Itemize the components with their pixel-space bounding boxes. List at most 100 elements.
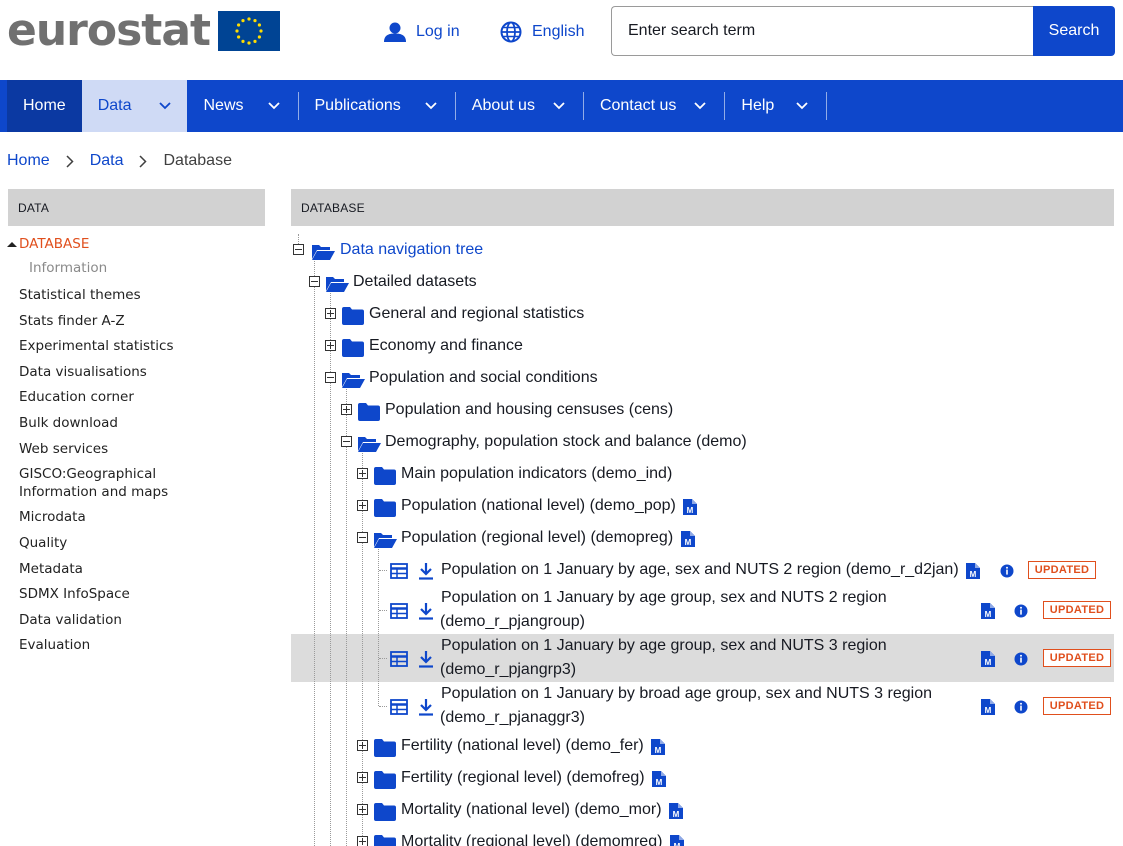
login-link[interactable]: Log in — [384, 20, 460, 44]
table-view-icon[interactable] — [390, 563, 408, 579]
tree-item-population-social[interactable]: Population and social conditions — [369, 368, 598, 388]
sidebar-item-experimental-statistics[interactable]: Experimental statistics — [19, 337, 174, 355]
expand-toggle[interactable] — [325, 308, 336, 319]
tree-item-general-regional[interactable]: General and regional statistics — [369, 304, 584, 324]
expand-toggle[interactable] — [325, 340, 336, 351]
expand-toggle[interactable] — [357, 500, 368, 511]
sidebar-item-data-validation[interactable]: Data validation — [19, 611, 122, 629]
metadata-icon[interactable]: M — [981, 603, 995, 619]
expand-toggle[interactable] — [357, 740, 368, 751]
sidebar-item-sdmx-infospace[interactable]: SDMX InfoSpace — [19, 585, 130, 603]
info-icon[interactable] — [1000, 564, 1014, 578]
info-icon[interactable] — [1014, 604, 1028, 618]
sidebar-item-evaluation[interactable]: Evaluation — [19, 636, 90, 654]
expand-toggle[interactable] — [357, 468, 368, 479]
metadata-icon[interactable]: M — [670, 835, 684, 846]
language-selector[interactable]: English — [500, 20, 584, 44]
breadcrumb-database: Database — [163, 152, 232, 169]
table-view-icon[interactable] — [390, 699, 408, 715]
info-icon[interactable] — [1014, 652, 1028, 666]
sidebar-item-statistical-themes[interactable]: Statistical themes — [19, 286, 141, 304]
tree-root-label[interactable]: Data navigation tree — [340, 240, 483, 260]
tree-item-demography[interactable]: Demography, population stock and balance… — [385, 432, 747, 452]
metadata-icon[interactable]: M — [981, 651, 995, 667]
expand-toggle[interactable] — [357, 804, 368, 815]
dataset-label[interactable]: Population on 1 January by age, sex and … — [441, 558, 959, 582]
tree-item-population-national[interactable]: Population (national level) (demo_pop) — [401, 496, 676, 516]
sidebar-item-stats-finder[interactable]: Stats finder A-Z — [19, 312, 125, 330]
metadata-icon[interactable]: M — [669, 803, 683, 819]
tree-item-mortality-regional[interactable]: Mortality (regional level) (demomreg) — [401, 832, 662, 846]
tree-detailed-datasets[interactable]: Detailed datasets — [353, 272, 477, 292]
globe-icon — [500, 21, 522, 43]
sidebar-item-gisco[interactable]: GISCO:Geographical Information and maps — [19, 465, 234, 501]
sidebar-item-quality[interactable]: Quality — [19, 534, 67, 552]
tree-item-main-indicators[interactable]: Main population indicators (demo_ind) — [401, 464, 672, 484]
download-icon[interactable] — [418, 562, 434, 580]
chevron-down-icon[interactable] — [425, 80, 455, 132]
metadata-icon[interactable]: M — [683, 499, 697, 515]
search-input[interactable] — [611, 6, 1035, 56]
chevron-down-icon[interactable] — [694, 80, 724, 132]
nav-news[interactable]: News — [187, 80, 297, 132]
collapse-toggle[interactable] — [341, 436, 352, 447]
svg-text:M: M — [985, 658, 992, 667]
sidebar-item-database[interactable]: DATABASE — [7, 234, 89, 254]
expand-toggle[interactable] — [357, 836, 368, 846]
sidebar-item-web-services[interactable]: Web services — [19, 440, 108, 458]
collapse-toggle[interactable] — [357, 532, 368, 543]
nav-data[interactable]: Data — [81, 80, 188, 132]
download-icon[interactable] — [418, 602, 434, 620]
sidebar-item-metadata[interactable]: Metadata — [19, 560, 83, 578]
metadata-icon[interactable]: M — [981, 699, 995, 715]
breadcrumb-home[interactable]: Home — [7, 152, 50, 170]
folder-icon — [374, 803, 396, 821]
updated-badge: UPDATED — [1043, 601, 1111, 619]
nav-home[interactable]: Home — [7, 80, 82, 132]
table-view-icon[interactable] — [390, 603, 408, 619]
collapse-toggle[interactable] — [293, 244, 304, 255]
nav-about-us[interactable]: About us — [456, 80, 583, 132]
folder-open-icon — [374, 533, 397, 548]
nav-publications[interactable]: Publications — [299, 80, 455, 132]
tree-item-economy-finance[interactable]: Economy and finance — [369, 336, 523, 356]
metadata-icon[interactable]: M — [966, 563, 980, 579]
sidebar-item-education-corner[interactable]: Education corner — [19, 388, 134, 406]
tree-item-fertility-regional[interactable]: Fertility (regional level) (demofreg) — [401, 768, 645, 788]
dataset-label[interactable]: Population on 1 January by age group, se… — [441, 634, 887, 658]
download-icon[interactable] — [418, 698, 434, 716]
sidebar-item-bulk-download[interactable]: Bulk download — [19, 414, 118, 432]
info-icon[interactable] — [1014, 700, 1028, 714]
metadata-icon[interactable]: M — [651, 739, 665, 755]
dataset-label[interactable]: Population on 1 January by age group, se… — [441, 586, 887, 610]
expand-toggle[interactable] — [357, 772, 368, 783]
sidebar-item-data-visualisations[interactable]: Data visualisations — [19, 363, 147, 381]
metadata-icon[interactable]: M — [652, 771, 666, 787]
tree-item-population-regional[interactable]: Population (regional level) (demopreg) — [401, 528, 673, 548]
dataset-code[interactable]: (demo_r_pjanaggr3) — [440, 706, 585, 730]
chevron-down-icon[interactable] — [796, 80, 826, 132]
sidebar-item-information[interactable]: Information — [29, 260, 107, 276]
search-button[interactable]: Search — [1033, 6, 1115, 56]
tree-item-mortality-national[interactable]: Mortality (national level) (demo_mor) — [401, 800, 662, 820]
download-icon[interactable] — [418, 650, 434, 668]
dataset-code[interactable]: (demo_r_pjangrp3) — [440, 658, 576, 682]
collapse-toggle[interactable] — [325, 372, 336, 383]
table-view-icon[interactable] — [390, 651, 408, 667]
dataset-label[interactable]: Population on 1 January by broad age gro… — [441, 682, 932, 706]
nav-help[interactable]: Help — [725, 80, 826, 132]
chevron-down-icon[interactable] — [267, 80, 298, 132]
chevron-down-icon[interactable] — [159, 80, 187, 132]
expand-toggle[interactable] — [341, 404, 352, 415]
nav-contact-us[interactable]: Contact us — [584, 80, 724, 132]
breadcrumb-data[interactable]: Data — [90, 152, 124, 170]
dataset-code[interactable]: (demo_r_pjangroup) — [440, 610, 585, 634]
metadata-icon[interactable]: M — [681, 531, 695, 547]
sidebar-item-microdata[interactable]: Microdata — [19, 508, 86, 526]
tree-item-censuses[interactable]: Population and housing censuses (cens) — [385, 400, 673, 420]
chevron-down-icon[interactable] — [553, 80, 583, 132]
tree-item-fertility-national[interactable]: Fertility (national level) (demo_fer) — [401, 736, 644, 756]
nav-about-us-label: About us — [471, 97, 535, 114]
collapse-toggle[interactable] — [309, 276, 320, 287]
eurostat-logo[interactable]: eurostat — [7, 9, 281, 53]
